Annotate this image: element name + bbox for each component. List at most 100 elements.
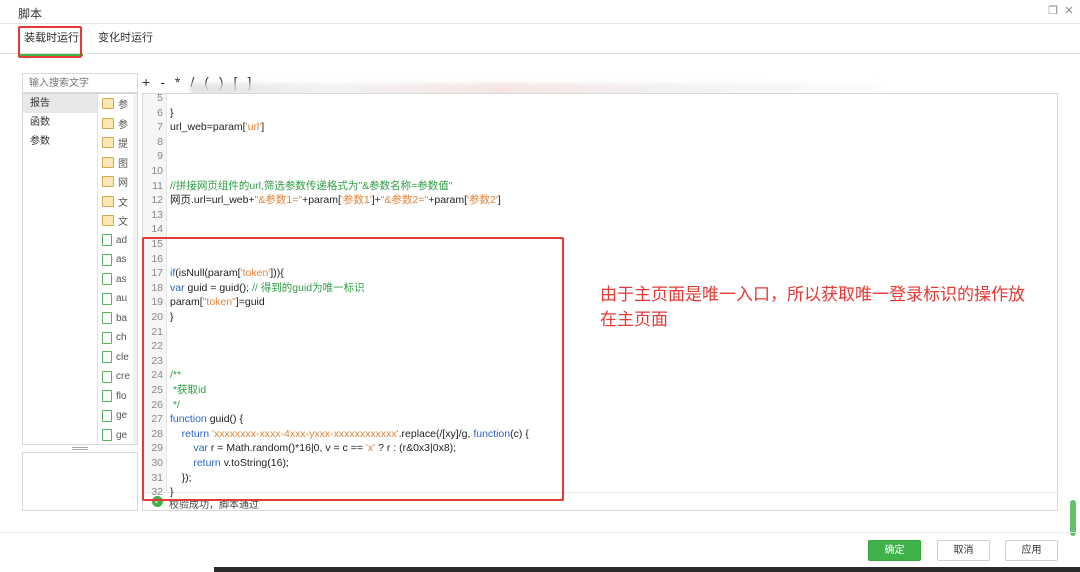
code-line: 16 bbox=[143, 252, 1043, 266]
code-line: 13 bbox=[143, 208, 1043, 222]
line-number: 14 bbox=[151, 223, 163, 236]
file-icon bbox=[102, 331, 112, 344]
line-number: 18 bbox=[151, 281, 163, 294]
search-input[interactable] bbox=[23, 74, 137, 92]
close-icon[interactable]: ✕ bbox=[1062, 4, 1076, 18]
code-line: 14 bbox=[143, 222, 1043, 236]
code-line: 6} bbox=[143, 106, 1043, 120]
category-item-parameter[interactable]: 参数 bbox=[23, 132, 97, 151]
file-icon bbox=[102, 370, 112, 383]
file-list-item[interactable]: as bbox=[99, 270, 137, 290]
code-text: return 'xxxxxxxx-xxxx-4xxx-yxxx-xxxxxxxx… bbox=[181, 427, 529, 440]
file-label: ad bbox=[116, 234, 128, 246]
file-icon bbox=[102, 253, 112, 266]
folder-icon bbox=[102, 98, 114, 110]
line-number: 13 bbox=[151, 208, 163, 221]
code-line: 5 bbox=[143, 93, 1043, 105]
code-text: var r = Math.random()*16|0, v = c == 'x'… bbox=[193, 442, 457, 455]
file-list-item[interactable]: flo bbox=[99, 387, 137, 407]
file-list-item[interactable]: cle bbox=[99, 348, 137, 368]
apply-button[interactable]: 应用 bbox=[1005, 540, 1058, 561]
file-list-item[interactable]: ad bbox=[99, 231, 137, 251]
code-text: */ bbox=[170, 398, 180, 411]
code-line: 7 url_web=param['url'] bbox=[143, 120, 1043, 134]
tab-bar: 装载时运行 变化时运行 bbox=[0, 24, 1080, 56]
file-list-item[interactable]: 文 bbox=[99, 211, 137, 231]
left-scrollbar[interactable] bbox=[133, 94, 137, 444]
file-icon bbox=[102, 351, 112, 364]
line-number: 12 bbox=[151, 194, 163, 207]
category-item-report[interactable]: 报告 bbox=[23, 94, 97, 113]
editor-scrollbar[interactable] bbox=[1070, 500, 1076, 536]
file-label: 文 bbox=[118, 197, 128, 209]
file-label: as bbox=[116, 254, 127, 266]
file-list-item[interactable]: ch bbox=[99, 328, 137, 348]
code-text: }); bbox=[170, 471, 192, 484]
folder-icon bbox=[102, 156, 114, 168]
line-number: 5 bbox=[157, 93, 163, 104]
file-icon bbox=[102, 312, 112, 325]
file-list-item[interactable]: 图 bbox=[99, 153, 137, 173]
file-list-item[interactable]: 文 bbox=[99, 192, 137, 212]
code-line: 27 function guid() { bbox=[143, 412, 1043, 426]
line-number: 31 bbox=[151, 471, 163, 484]
folder-icon bbox=[102, 215, 114, 227]
line-number: 11 bbox=[152, 179, 163, 192]
code-text: //拼接网页组件的url,筛选参数传递格式为"&参数名称=参数值" bbox=[170, 179, 453, 192]
folder-icon bbox=[102, 195, 114, 207]
code-line: 31 }); bbox=[143, 471, 1043, 485]
line-number: 17 bbox=[151, 267, 163, 280]
file-list-item[interactable]: 网 bbox=[99, 172, 137, 192]
file-label: ge bbox=[116, 410, 128, 422]
tab-change-run[interactable]: 变化时运行 bbox=[98, 30, 153, 50]
restore-icon[interactable]: ❐ bbox=[1046, 4, 1060, 18]
file-label: 网 bbox=[118, 178, 128, 190]
file-icon bbox=[102, 429, 112, 442]
line-number: 22 bbox=[151, 340, 163, 353]
line-number: 24 bbox=[151, 369, 163, 382]
file-list: 参参提图网文文 ad as as au ba ch cle cre flo ge ge bbox=[99, 94, 137, 444]
operator-button[interactable]: * bbox=[175, 74, 180, 90]
grip-icon bbox=[72, 447, 88, 450]
code-line: 8 bbox=[143, 135, 1043, 149]
line-number: 23 bbox=[151, 354, 163, 367]
code-text: *获取id bbox=[170, 384, 207, 396]
line-number: 9 bbox=[157, 150, 163, 163]
code-line: 17 if(isNull(param['token'])){ bbox=[143, 266, 1043, 280]
code-line: 29 var r = Math.random()*16|0, v = c == … bbox=[143, 441, 1043, 455]
file-list-item[interactable]: ge bbox=[99, 406, 137, 426]
operator-button[interactable]: + bbox=[142, 74, 150, 90]
folder-icon bbox=[102, 137, 114, 149]
line-number: 15 bbox=[151, 238, 163, 250]
description-box bbox=[22, 452, 138, 511]
title-bar: 脚本 ❐ ✕ bbox=[0, 0, 1080, 24]
divider bbox=[0, 532, 1080, 533]
file-icon bbox=[102, 292, 112, 305]
code-line: 25 *获取id bbox=[143, 383, 1043, 397]
tab-load-run[interactable]: 装载时运行 bbox=[20, 30, 83, 56]
code-line: 10 bbox=[143, 164, 1043, 178]
file-list-item[interactable]: cre bbox=[99, 367, 137, 387]
file-label: cre bbox=[116, 371, 130, 383]
file-list-item[interactable]: 参 bbox=[99, 114, 137, 134]
window-title: 脚本 bbox=[18, 7, 43, 21]
panel-splitter[interactable] bbox=[22, 445, 138, 452]
code-line: 23 bbox=[143, 354, 1043, 368]
line-number: 30 bbox=[151, 457, 163, 469]
annotation-text: 由于主页面是唯一入口，所以获取唯一登录标识的操作放在主页面 bbox=[600, 285, 1025, 329]
file-list-item[interactable]: ge bbox=[99, 426, 137, 445]
ok-button[interactable]: 确定 bbox=[868, 540, 921, 561]
cancel-button[interactable]: 取消 bbox=[937, 540, 990, 561]
file-list-item[interactable]: 参 bbox=[99, 94, 137, 114]
code-text: param["token"]=guid bbox=[170, 296, 265, 309]
code-line: 22 bbox=[143, 339, 1043, 353]
left-panel: 报告 函数 参数 参参提图网文文 ad as as au ba ch cle cre flo ge g… bbox=[22, 93, 138, 445]
category-item-function[interactable]: 函数 bbox=[23, 113, 97, 132]
line-number: 32 bbox=[151, 486, 163, 499]
operator-button[interactable]: - bbox=[160, 74, 165, 90]
file-list-item[interactable]: 提 bbox=[99, 133, 137, 153]
file-list-item[interactable]: as bbox=[99, 250, 137, 270]
file-list-item[interactable]: ba bbox=[99, 309, 137, 329]
file-list-item[interactable]: au bbox=[99, 289, 137, 309]
code-text: } bbox=[170, 486, 174, 499]
